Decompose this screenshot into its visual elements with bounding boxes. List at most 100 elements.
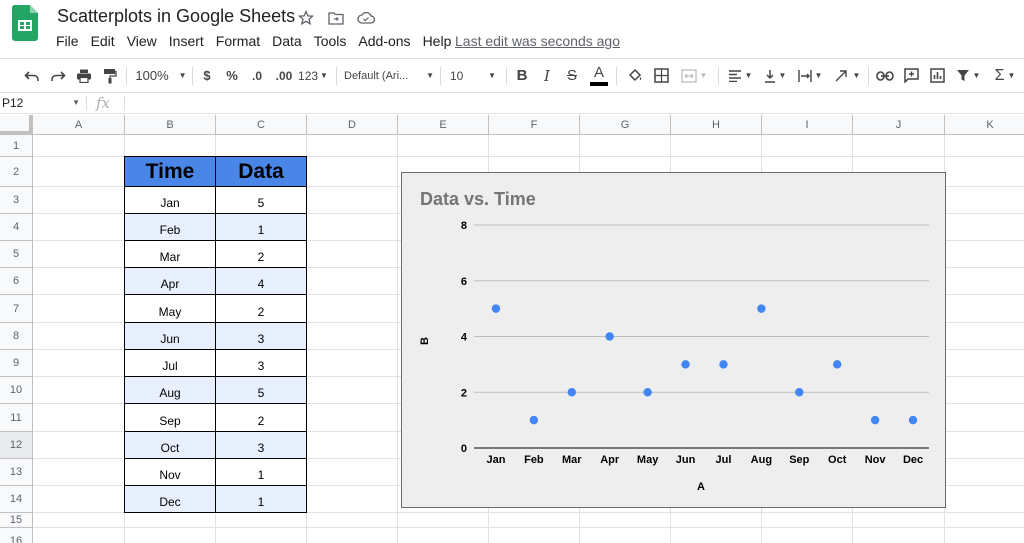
menu-file[interactable]: File: [50, 33, 85, 49]
name-box[interactable]: P12 ▼: [0, 93, 86, 113]
table-cell-data[interactable]: 4: [215, 268, 307, 295]
row-header-9[interactable]: 9: [0, 350, 33, 377]
menu-format[interactable]: Format: [210, 33, 266, 49]
row-header-3[interactable]: 3: [0, 187, 33, 214]
table-cell-time[interactable]: Oct: [124, 432, 215, 459]
borders-icon[interactable]: [650, 59, 672, 92]
vertical-align-icon[interactable]: ▼: [760, 59, 790, 92]
currency-format-button[interactable]: $: [198, 59, 216, 92]
table-cell-data[interactable]: 5: [215, 377, 307, 404]
menu-tools[interactable]: Tools: [308, 33, 353, 49]
table-cell-data[interactable]: 1: [215, 214, 307, 241]
font-size-select[interactable]: 10 ▼: [446, 59, 500, 92]
increase-decimal-button[interactable]: .00: [272, 59, 296, 92]
redo-icon[interactable]: [46, 59, 70, 92]
strikethrough-icon[interactable]: S: [562, 59, 582, 92]
table-cell-data[interactable]: 2: [215, 404, 307, 432]
row-header-7[interactable]: 7: [0, 295, 33, 323]
row-header-6[interactable]: 6: [0, 268, 33, 295]
column-header-i[interactable]: I: [762, 115, 853, 135]
table-cell-time[interactable]: Jul: [124, 350, 215, 377]
star-icon[interactable]: [296, 9, 316, 27]
table-cell-time[interactable]: Mar: [124, 241, 215, 268]
menu-view[interactable]: View: [121, 33, 163, 49]
column-header-a[interactable]: A: [33, 115, 125, 135]
insert-link-icon[interactable]: [874, 59, 896, 92]
table-cell-time[interactable]: Aug: [124, 377, 215, 404]
row-header-10[interactable]: 10: [0, 377, 33, 404]
merge-cells-icon[interactable]: ▼: [676, 59, 712, 92]
table-cell-time[interactable]: Sep: [124, 404, 215, 432]
table-cell-data[interactable]: 1: [215, 459, 307, 486]
decrease-decimal-button[interactable]: .0: [246, 59, 268, 92]
paint-format-icon[interactable]: [98, 59, 122, 92]
sheet-grid[interactable]: A B C D E F G H I J K 1 2 3 4 5 6 7 8 9 10 11 12 13 14 15 16 Time Da…: [0, 115, 1024, 543]
last-edit-link[interactable]: Last edit was seconds ago: [455, 33, 620, 49]
column-header-e[interactable]: E: [398, 115, 489, 135]
table-cell-time[interactable]: Nov: [124, 459, 215, 486]
row-header-12[interactable]: 12: [0, 432, 33, 459]
row-header-11[interactable]: 11: [0, 404, 33, 432]
menu-edit[interactable]: Edit: [85, 33, 121, 49]
horizontal-align-icon[interactable]: ▼: [724, 59, 756, 92]
menu-data[interactable]: Data: [266, 33, 308, 49]
row-header-1[interactable]: 1: [0, 135, 33, 157]
row-header-5[interactable]: 5: [0, 241, 33, 268]
italic-icon[interactable]: I: [538, 59, 556, 92]
table-cell-time[interactable]: Dec: [124, 486, 215, 513]
table-cell-time[interactable]: Apr: [124, 268, 215, 295]
fill-color-icon[interactable]: [624, 59, 646, 92]
select-all-corner[interactable]: [0, 115, 33, 135]
zoom-select[interactable]: 100% ▼: [134, 59, 188, 92]
table-cell-data[interactable]: 3: [215, 432, 307, 459]
more-formats-button[interactable]: 123 ▼: [298, 59, 328, 92]
print-icon[interactable]: [72, 59, 96, 92]
column-header-f[interactable]: F: [489, 115, 580, 135]
percent-format-button[interactable]: %: [222, 59, 242, 92]
table-cell-time[interactable]: Jan: [124, 187, 215, 214]
functions-icon[interactable]: Σ ▼: [990, 59, 1020, 92]
text-wrapping-icon[interactable]: ▼: [794, 59, 826, 92]
row-header-16[interactable]: 16: [0, 528, 33, 543]
column-header-j[interactable]: J: [853, 115, 945, 135]
table-cell-time[interactable]: Jun: [124, 323, 215, 350]
column-header-c[interactable]: C: [216, 115, 307, 135]
column-header-h[interactable]: H: [671, 115, 762, 135]
bold-icon[interactable]: B: [512, 59, 532, 92]
table-header-time[interactable]: Time: [124, 156, 216, 187]
undo-icon[interactable]: [20, 59, 44, 92]
row-header-14[interactable]: 14: [0, 486, 33, 513]
table-cell-data[interactable]: 3: [215, 350, 307, 377]
menu-add-ons[interactable]: Add-ons: [352, 33, 416, 49]
document-title[interactable]: Scatterplots in Google Sheets: [57, 6, 295, 27]
row-header-8[interactable]: 8: [0, 323, 33, 350]
formula-input[interactable]: [130, 93, 1020, 113]
text-color-icon[interactable]: A: [588, 59, 610, 92]
table-cell-data[interactable]: 3: [215, 323, 307, 350]
row-header-15[interactable]: 15: [0, 513, 33, 528]
filter-icon[interactable]: ▼: [952, 59, 984, 92]
table-cell-data[interactable]: 5: [215, 187, 307, 214]
insert-comment-icon[interactable]: [900, 59, 922, 92]
insert-chart-icon[interactable]: [926, 59, 948, 92]
sheets-logo-icon[interactable]: [12, 5, 38, 41]
scatter-chart[interactable]: Data vs. Time 0 2 4 6 8 Jan Feb Mar Apr May Jun Jul A…: [401, 172, 946, 508]
menu-help[interactable]: Help: [417, 33, 458, 49]
cloud-saved-icon[interactable]: [356, 9, 376, 27]
table-cell-data[interactable]: 1: [215, 486, 307, 513]
column-header-k[interactable]: K: [945, 115, 1024, 135]
row-header-2[interactable]: 2: [0, 157, 33, 187]
row-header-13[interactable]: 13: [0, 459, 33, 486]
menu-insert[interactable]: Insert: [163, 33, 210, 49]
column-header-g[interactable]: G: [580, 115, 671, 135]
table-cell-data[interactable]: 2: [215, 241, 307, 268]
table-header-data[interactable]: Data: [215, 156, 307, 187]
table-cell-time[interactable]: Feb: [124, 214, 215, 241]
column-header-d[interactable]: D: [307, 115, 398, 135]
row-header-4[interactable]: 4: [0, 214, 33, 241]
move-to-folder-icon[interactable]: [326, 9, 346, 27]
font-family-select[interactable]: Default (Ari... ▼: [344, 59, 434, 92]
table-cell-time[interactable]: May: [124, 295, 215, 323]
column-header-b[interactable]: B: [125, 115, 216, 135]
text-rotation-icon[interactable]: ▼: [830, 59, 864, 92]
